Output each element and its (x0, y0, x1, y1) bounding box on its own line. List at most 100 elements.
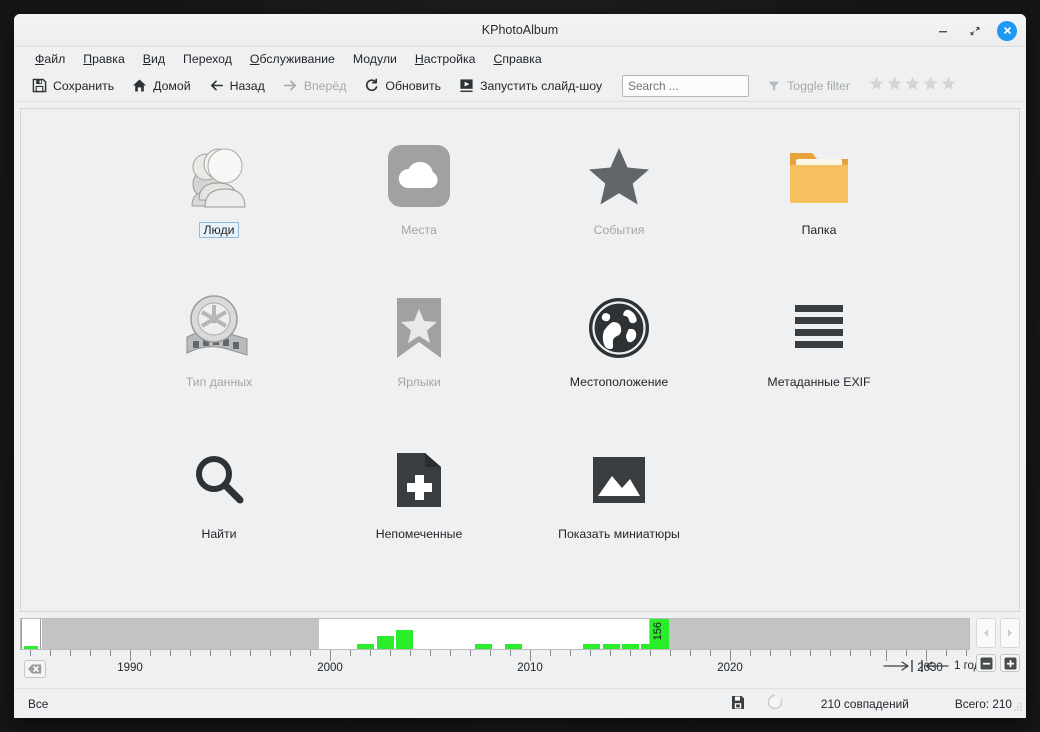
category-item-search[interactable]: Найти (119, 425, 319, 577)
menu-file[interactable]: Файл (26, 50, 74, 68)
range-end-arrow-icon (882, 660, 916, 672)
star-icon (588, 139, 650, 213)
save-button[interactable]: Сохранить (24, 75, 122, 96)
cloud-icon (387, 139, 451, 213)
date-bar-ruler (20, 650, 970, 664)
statusbar: Все 210 совпадений Всего: 210 (14, 688, 1026, 718)
toggle-filter-label: Toggle filter (787, 79, 850, 93)
year-label: 2020 (717, 662, 743, 674)
people-icon (181, 139, 257, 213)
category-item-places[interactable]: Места (319, 121, 519, 273)
date-bar-shade-left (21, 619, 319, 649)
rating-star-4[interactable] (922, 75, 939, 97)
category-label: Места (397, 222, 441, 238)
window-title: KPhotoAlbum (482, 23, 558, 37)
rating-stars[interactable] (868, 75, 957, 97)
category-label: Папка (798, 222, 841, 238)
histogram-bar (603, 644, 620, 649)
plus-icon (1004, 657, 1017, 670)
bookmark-icon (393, 291, 445, 365)
date-bar: 156 1990 (20, 616, 1020, 688)
date-bar-prev-button[interactable] (976, 618, 996, 648)
dirty-indicator-icon[interactable] (731, 695, 745, 713)
chevron-left-icon (982, 628, 990, 638)
status-total-label: Всего: 210 (955, 697, 1012, 711)
toolbar: Сохранить Домой Назад (14, 70, 1026, 102)
category-label: Непомеченные (372, 526, 467, 542)
category-label: Найти (197, 526, 240, 542)
titlebar: KPhotoAlbum (14, 14, 1026, 47)
category-label: Ярлыки (393, 374, 445, 390)
date-bar-histogram[interactable] (20, 618, 970, 650)
rating-star-1[interactable] (868, 75, 885, 97)
category-item-tags[interactable]: Ярлыки (319, 273, 519, 425)
resize-grip-icon[interactable] (1013, 701, 1023, 715)
menu-maintenance[interactable]: Обслуживание (241, 50, 344, 68)
search-input[interactable] (622, 75, 749, 97)
histogram-bar (641, 644, 650, 649)
rating-star-2[interactable] (886, 75, 903, 97)
back-button-label: Назад (230, 79, 265, 93)
date-bar-shade-right (649, 619, 969, 649)
menu-edit[interactable]: Правка (74, 50, 134, 68)
rating-star-5[interactable] (940, 75, 957, 97)
date-bar-next-button[interactable] (1000, 618, 1020, 648)
refresh-button-label: Обновить (385, 79, 441, 93)
arrow-right-icon (283, 78, 298, 93)
clear-date-filter-button[interactable] (24, 660, 46, 678)
category-label: Местоположение (566, 374, 673, 390)
slideshow-button-label: Запустить слайд-шоу (480, 79, 602, 93)
refresh-button[interactable]: Обновить (356, 75, 449, 96)
date-bar-zoom-in-button[interactable] (1000, 654, 1020, 672)
category-item-location[interactable]: Местоположение (519, 273, 719, 425)
slideshow-button[interactable]: Запустить слайд-шоу (451, 75, 610, 96)
maximize-icon[interactable] (964, 20, 986, 42)
globe-icon (589, 291, 649, 365)
date-bar-scale-indicator: 1 год (882, 660, 980, 672)
play-icon (459, 78, 474, 93)
folder-icon (787, 139, 851, 213)
menu-settings[interactable]: Настройка (406, 50, 485, 68)
menu-go[interactable]: Переход (174, 50, 241, 68)
category-item-untagged[interactable]: Непомеченные (319, 425, 519, 577)
category-label: События (590, 222, 649, 238)
category-item-events[interactable]: События (519, 121, 719, 273)
date-bar-zoom-buttons (976, 654, 1020, 672)
film-reel-icon (181, 291, 257, 365)
app-window: KPhotoAlbum Файл Правка (14, 14, 1026, 718)
search-icon (190, 443, 248, 517)
category-item-media-type[interactable]: Тип данных (119, 273, 319, 425)
chevron-right-icon (1006, 628, 1014, 638)
histogram-bar (583, 644, 600, 649)
category-item-people[interactable]: Люди (119, 121, 319, 273)
home-button[interactable]: Домой (124, 75, 198, 96)
category-label: Люди (199, 222, 238, 238)
file-plus-icon (393, 443, 445, 517)
minimize-icon[interactable] (932, 20, 954, 42)
rating-star-3[interactable] (904, 75, 921, 97)
date-bar-zoom-out-button[interactable] (976, 654, 996, 672)
category-item-folder[interactable]: Папка (719, 121, 919, 273)
range-start-arrow-icon (920, 660, 950, 672)
histogram-bar (357, 644, 374, 649)
forward-button-label: Вперёд (304, 79, 347, 93)
status-scope-label: Все (28, 697, 48, 711)
category-item-exif[interactable]: Метаданные EXIF (719, 273, 919, 425)
date-bar-cursor[interactable] (21, 618, 41, 650)
arrow-left-icon (209, 78, 224, 93)
menu-help[interactable]: Справка (484, 50, 550, 68)
histogram-bar (622, 644, 639, 649)
category-item-show-thumbnails[interactable]: Показать миниатюры (519, 425, 719, 577)
date-bar-scroll-buttons (976, 618, 1020, 648)
close-button[interactable] (996, 20, 1018, 42)
year-label: 2000 (317, 662, 343, 674)
category-label: Метаданные EXIF (763, 374, 874, 390)
list-lines-icon (793, 291, 845, 365)
forward-button: Вперёд (275, 75, 355, 96)
histogram-bar (377, 636, 394, 649)
menu-plugins[interactable]: Модули (344, 50, 406, 68)
menu-view[interactable]: Вид (134, 50, 174, 68)
toggle-filter-button: Toggle filter (759, 76, 858, 96)
back-button[interactable]: Назад (201, 75, 273, 96)
histogram-bar (505, 644, 522, 649)
